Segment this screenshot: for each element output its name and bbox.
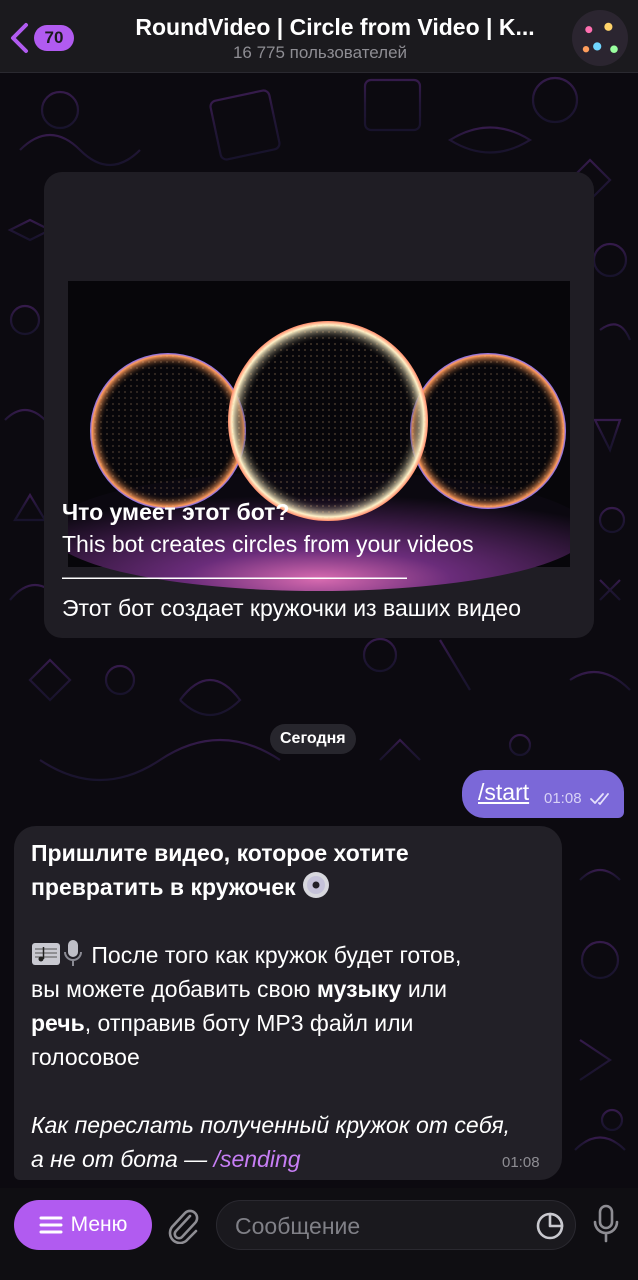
chat-title[interactable]: RoundVideo | Circle from Video | K... (110, 14, 560, 41)
bot-info-heading: Что умеет этот бот? (62, 499, 290, 525)
incoming-heading: Пришлите видео, которое хотите превратит… (31, 836, 551, 904)
music-score-icon (32, 943, 60, 965)
incoming-paragraph: После того как кружок будет готов, вы мо… (31, 938, 551, 1074)
message-input-placeholder: Сообщение (235, 1213, 361, 1239)
menu-lines-icon (39, 1216, 63, 1234)
incoming-heading-line2: превратить в кружочек (31, 874, 296, 900)
paragraph-or: или (407, 976, 447, 1002)
microphone-emoji-icon (64, 940, 82, 966)
outgoing-message-time: 01:08 (544, 790, 582, 807)
bot-description: Что умеет этот бот? This bot creates cir… (62, 496, 582, 624)
outgoing-message[interactable]: /start 01:08 (462, 770, 624, 818)
outgoing-message-text[interactable]: /start (478, 779, 529, 806)
bot-info-russian: Этот бот создает кружочки из ваших видео (62, 595, 522, 621)
italic-line2: а не от бота — (31, 1146, 208, 1172)
menu-button-label: Меню (70, 1213, 128, 1236)
incoming-message-text: Пришлите видео, которое хотите превратит… (31, 836, 551, 1176)
double-check-icon (590, 793, 609, 805)
paragraph-line2: вы можете добавить свою (31, 976, 311, 1002)
incoming-heading-line1: Пришлите видео, которое хотите (31, 840, 409, 866)
paragraph-line4: голосовое (31, 1044, 140, 1070)
paragraph-line3: , отправив боту MP3 файл или (84, 1010, 414, 1036)
paperclip-icon[interactable] (164, 1206, 200, 1244)
date-separator: Сегодня (270, 724, 356, 754)
bold-music: музыку (316, 976, 402, 1002)
microphone-icon[interactable] (592, 1204, 620, 1244)
paragraph-line1: После того как кружок будет готов, (91, 942, 462, 968)
back-chevron-icon (11, 23, 28, 53)
chat-avatar[interactable] (572, 10, 628, 66)
incoming-message-time: 01:08 (502, 1154, 540, 1171)
unread-badge: 70 (34, 25, 74, 51)
back-button[interactable]: 70 (8, 18, 78, 58)
message-composer: Меню Сообщение (0, 1188, 638, 1280)
bot-info-divider: ——————————————— (62, 563, 407, 589)
message-input[interactable]: Сообщение (216, 1200, 576, 1250)
chat-header: 70 RoundVideo | Circle from Video | K...… (0, 0, 638, 73)
incoming-italic: Как переслать полученный кружок от себя,… (31, 1108, 551, 1176)
bold-speech: речь (31, 1010, 85, 1036)
bot-info-card: Что умеет этот бот? This bot creates cir… (44, 172, 594, 638)
disc-icon (303, 872, 330, 898)
sending-command-link[interactable]: /sending (214, 1146, 301, 1172)
incoming-message[interactable]: Пришлите видео, которое хотите превратит… (14, 826, 562, 1180)
member-count: 16 775 пользователей (232, 43, 408, 62)
bot-info-english: This bot creates circles from your video… (62, 531, 474, 557)
sticker-icon[interactable] (535, 1211, 565, 1241)
italic-line1: Как переслать полученный кружок от себя, (31, 1112, 511, 1138)
menu-button[interactable]: Меню (14, 1200, 152, 1250)
